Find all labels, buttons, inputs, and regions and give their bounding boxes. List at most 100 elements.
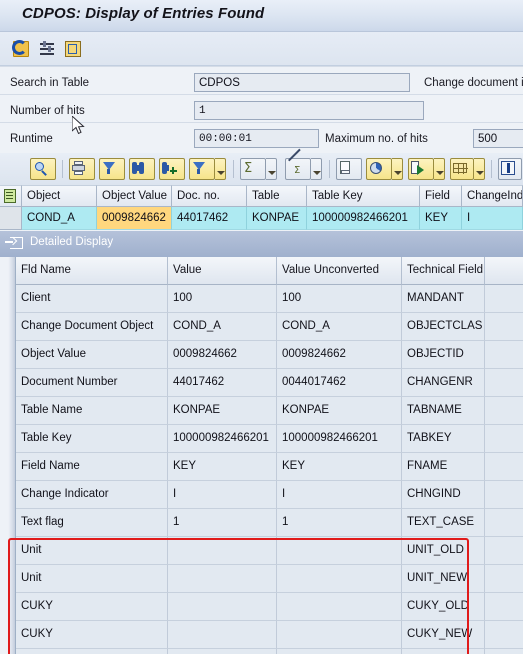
detail-cell[interactable] [277,537,402,565]
find-next-icon[interactable] [159,158,185,180]
detail-cell[interactable]: COND_A [168,313,277,341]
number-of-hits-input[interactable]: 1 [194,101,424,120]
detail-cell[interactable]: Object Value [16,341,168,369]
grid-cell-table-key[interactable]: 100000982466201 [307,207,420,230]
detail-cell[interactable] [277,593,402,621]
grid-cell-object-value[interactable]: 0009824662 [97,207,172,230]
detail-cell[interactable] [485,509,523,537]
detail-cell[interactable]: 100000982466201 [277,425,402,453]
detail-cell[interactable]: Unit [16,565,168,593]
row-selector[interactable] [0,207,22,230]
detail-col-header-1[interactable]: Value [168,257,277,285]
detail-cell[interactable]: Table Name [16,397,168,425]
detail-cell[interactable]: CHANGENR [402,369,485,397]
subtotal-icon[interactable]: Σ [285,148,311,180]
detail-cell[interactable] [485,425,523,453]
layout-dropdown-arrow[interactable] [474,158,485,180]
filter-dropdown-arrow[interactable] [215,158,226,180]
detail-cell[interactable]: TABKEY [402,425,485,453]
detail-cell[interactable] [485,537,523,565]
detail-col-header-2[interactable]: Value Unconverted [277,257,402,285]
detail-cell[interactable]: 100 [168,285,277,313]
graphic-icon[interactable] [366,158,392,180]
search-in-table-input[interactable]: CDPOS [194,73,410,92]
detail-cell[interactable]: FNAME [402,453,485,481]
detail-cell[interactable] [485,593,523,621]
detail-cell[interactable] [485,453,523,481]
layout-icon[interactable] [450,158,474,180]
detail-cell[interactable]: 0044017462 [277,369,402,397]
grid-cell-field[interactable]: KEY [420,207,462,230]
detail-cell[interactable]: 0009824662 [277,341,402,369]
detail-cell[interactable]: 44017462 [168,369,277,397]
detail-cell[interactable]: Text flag [16,509,168,537]
save-export-icon[interactable] [64,40,82,58]
detail-cell[interactable]: KONPAE [168,397,277,425]
filter-settings-icon[interactable] [38,40,56,58]
detail-col-header-3[interactable]: Technical Field Name [402,257,485,285]
detail-cell[interactable]: KONPAE [277,397,402,425]
detail-cell[interactable]: 1 [168,509,277,537]
detail-cell[interactable]: CHNGIND [402,481,485,509]
grid-col-header-field[interactable]: Field [420,185,462,207]
export-icon[interactable] [408,158,434,180]
detail-cell[interactable]: 100 [277,285,402,313]
detail-cell[interactable] [168,565,277,593]
total-dropdown-arrow[interactable] [266,158,277,180]
detail-cell[interactable]: KEY [168,453,277,481]
detail-cell[interactable]: 0009824662 [168,341,277,369]
subtotal-dropdown-arrow[interactable] [311,158,322,180]
grid-cell-change-ind[interactable]: I [462,207,523,230]
detail-col-header-0[interactable]: Fld Name [16,257,168,285]
detail-cell[interactable]: Change Indicator [16,481,168,509]
print-icon[interactable] [69,158,95,180]
info-icon[interactable] [498,158,522,180]
detail-cell[interactable] [277,649,402,654]
grid-col-header-object-value[interactable]: Object Value [97,185,172,207]
detail-cell[interactable]: Table Key [16,425,168,453]
graphic-dropdown-arrow[interactable] [392,158,403,180]
grid-col-header-doc-no[interactable]: Doc. no. [172,185,247,207]
sort-filter-icon[interactable] [99,158,125,180]
detail-cell[interactable]: 100000982466201 [168,425,277,453]
detail-cell[interactable] [485,565,523,593]
detail-cell[interactable]: CUKY_NEW [402,621,485,649]
detail-cell[interactable]: OBJECTCLAS [402,313,485,341]
detail-cell[interactable]: 1 [277,509,402,537]
detail-cell[interactable]: Client [16,285,168,313]
detail-cell[interactable]: Document Number [16,369,168,397]
detail-cell[interactable]: I [168,481,277,509]
detail-cell[interactable] [168,621,277,649]
detail-cell[interactable] [168,649,277,654]
detail-cell[interactable]: TABNAME [402,397,485,425]
print-preview-icon[interactable] [336,158,362,180]
detail-cell[interactable] [485,369,523,397]
detail-cell[interactable]: MANDANT [402,285,485,313]
grid-cell-doc-no[interactable]: 44017462 [172,207,247,230]
select-all-cell[interactable] [0,185,22,207]
detail-cell[interactable] [485,397,523,425]
export-dropdown-arrow[interactable] [434,158,445,180]
grid-col-header-table[interactable]: Table [247,185,307,207]
detail-cell[interactable]: Field Name [16,453,168,481]
detail-cell[interactable] [485,481,523,509]
detail-cell[interactable]: Change Document Object [16,313,168,341]
details-magnifier-icon[interactable] [30,158,56,180]
detail-col-header-4[interactable] [485,257,523,285]
grid-cell-object[interactable]: COND_A [22,207,97,230]
detail-cell[interactable]: CUKY [16,593,168,621]
detail-cell[interactable]: Unit [16,537,168,565]
detail-cell[interactable]: OBJECTID [402,341,485,369]
detail-cell[interactable]: COND_A [277,313,402,341]
find-icon[interactable] [129,158,155,180]
filter-icon[interactable] [189,158,215,180]
detail-cell[interactable]: CUKY [16,621,168,649]
total-icon[interactable]: Σ [240,158,266,180]
grid-col-header-change-ind[interactable]: ChangeInd. [462,185,523,207]
detail-cell[interactable]: CUKY_OLD [402,593,485,621]
detail-cell[interactable] [485,649,523,654]
grid-col-header-table-key[interactable]: Table Key [307,185,420,207]
detail-cell[interactable] [277,565,402,593]
detail-cell[interactable] [485,285,523,313]
detail-cell[interactable]: New value [16,649,168,654]
